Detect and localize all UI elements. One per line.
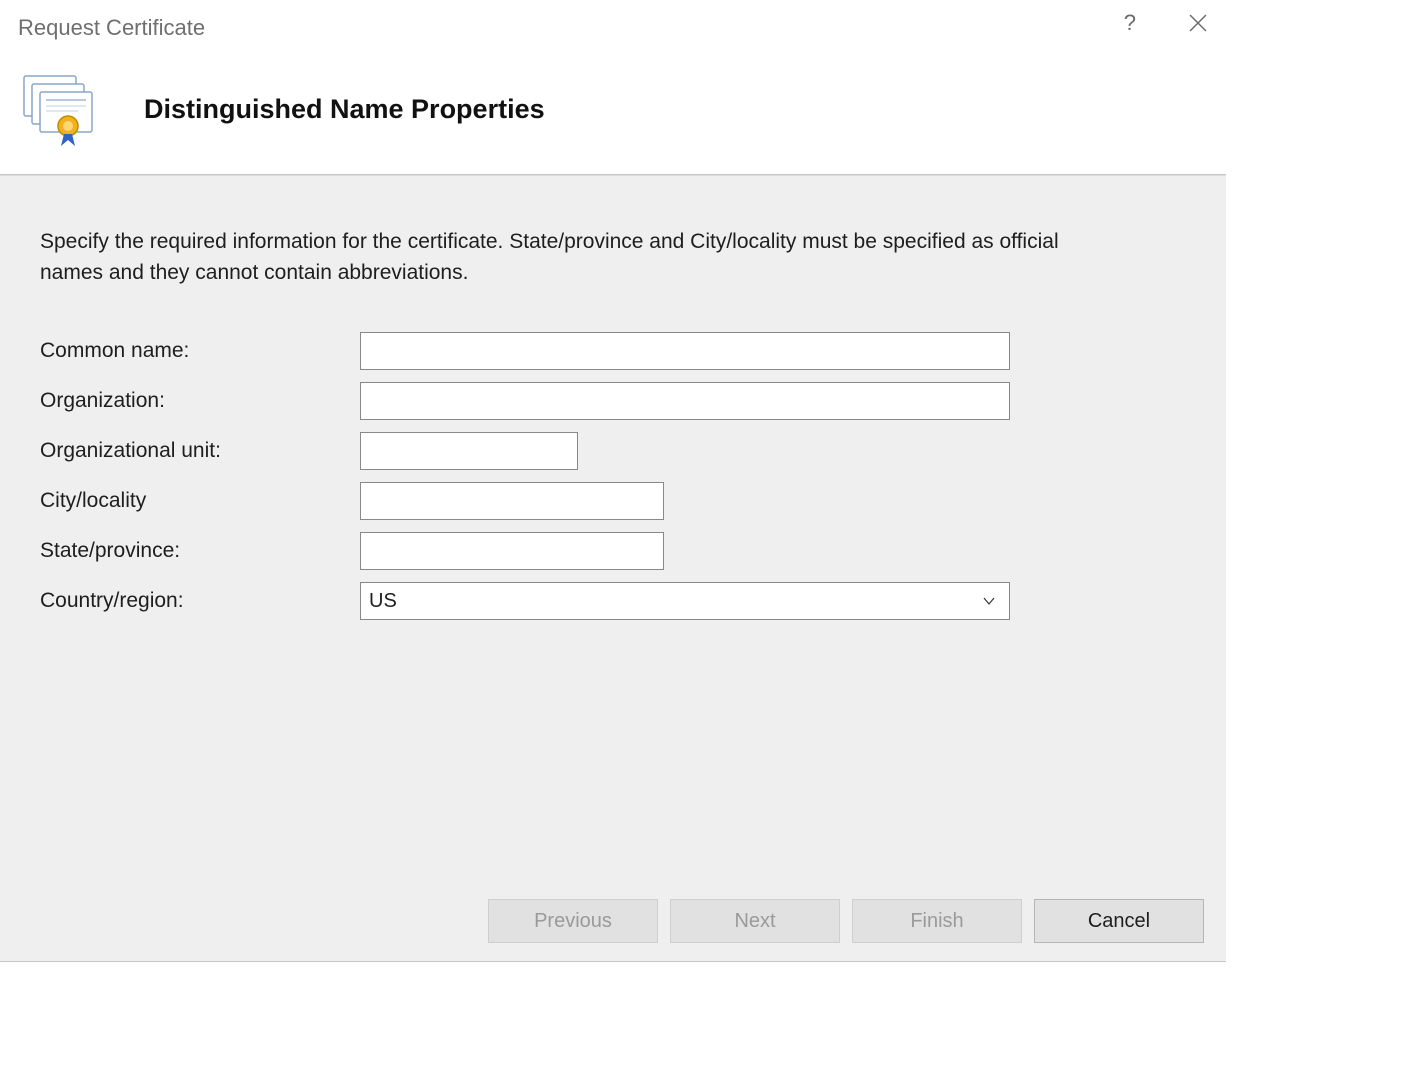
label-country-region: Country/region: [40,589,360,613]
close-icon[interactable] [1188,13,1208,33]
select-country-region-value: US [369,590,397,613]
select-country-region[interactable]: US [360,582,1010,620]
input-organizational-unit[interactable] [360,432,578,470]
label-city-locality: City/locality [40,489,360,513]
label-state-province: State/province: [40,539,360,563]
certificate-icon [18,70,96,148]
page-header: Distinguished Name Properties [0,60,1226,174]
label-common-name: Common name: [40,339,360,363]
titlebar-controls: ? [1124,10,1208,36]
finish-button: Finish [852,899,1022,943]
row-organizational-unit: Organizational unit: [40,426,1186,476]
dialog-title: Request Certificate [18,14,205,42]
previous-button: Previous [488,899,658,943]
cancel-button[interactable]: Cancel [1034,899,1204,943]
chevron-down-icon [981,593,997,609]
page-description: Specify the required information for the… [40,226,1100,288]
dialog-button-bar: Previous Next Finish Cancel [488,899,1204,943]
input-organization[interactable] [360,382,1010,420]
request-certificate-dialog: Request Certificate ? Distinguished Name… [0,0,1226,962]
input-city-locality[interactable] [360,482,664,520]
label-organization: Organization: [40,389,360,413]
input-common-name[interactable] [360,332,1010,370]
next-button: Next [670,899,840,943]
input-state-province[interactable] [360,532,664,570]
row-state-province: State/province: [40,526,1186,576]
content-area: Specify the required information for the… [0,175,1226,961]
row-common-name: Common name: [40,326,1186,376]
help-icon[interactable]: ? [1124,10,1136,36]
label-organizational-unit: Organizational unit: [40,439,360,463]
row-country-region: Country/region: US [40,576,1186,626]
titlebar: Request Certificate ? [0,0,1226,60]
page-heading: Distinguished Name Properties [144,94,545,125]
row-city-locality: City/locality [40,476,1186,526]
row-organization: Organization: [40,376,1186,426]
